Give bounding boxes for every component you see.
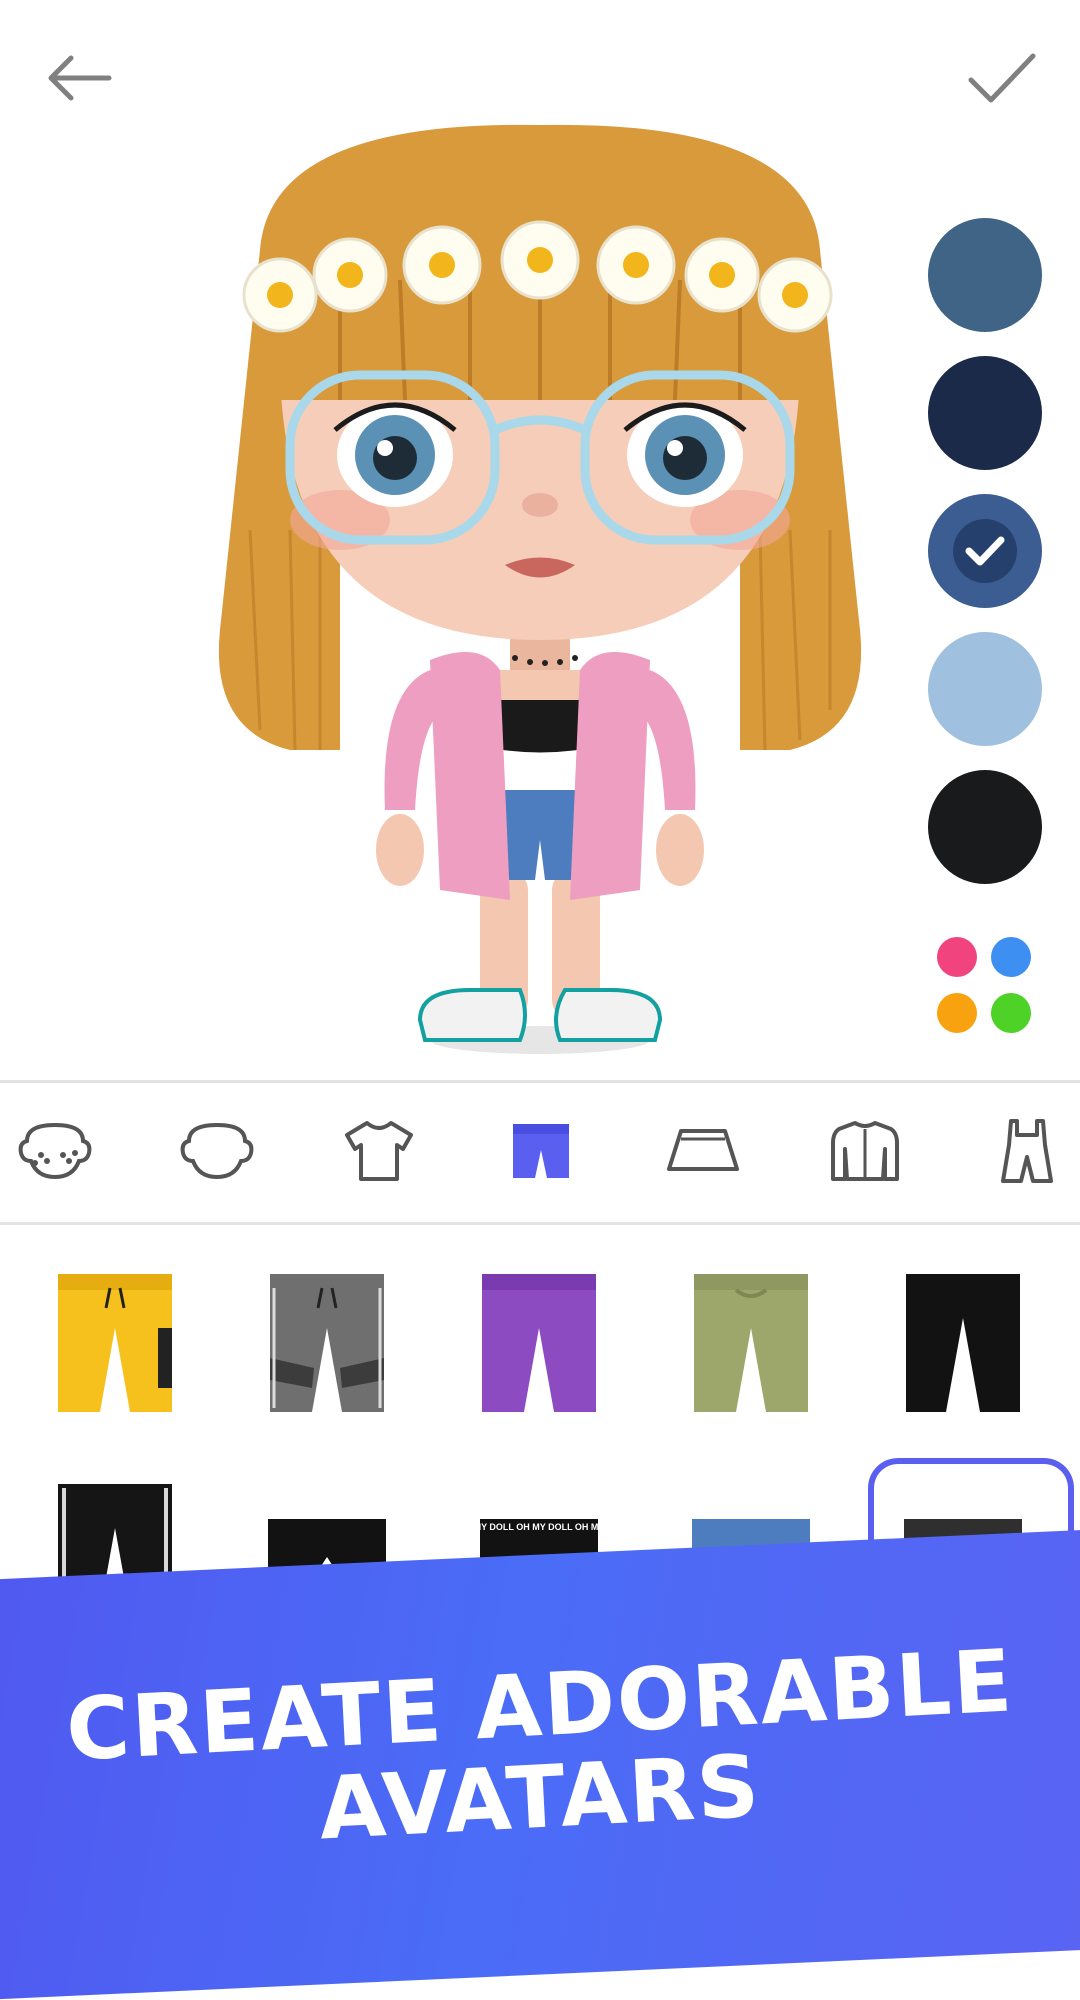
color-swatch[interactable] [928, 356, 1042, 470]
tshirt-icon [345, 1121, 413, 1181]
selected-check-icon [953, 519, 1017, 583]
gray-joggers-image [270, 1274, 384, 1412]
olive-pants-image [694, 1274, 808, 1412]
color-swatch[interactable] [928, 632, 1042, 746]
item-gray-joggers[interactable] [237, 1258, 417, 1428]
black-pants-image [906, 1274, 1020, 1412]
tab-bottoms[interactable] [486, 1096, 596, 1206]
avatar-preview [180, 110, 900, 1070]
divider [0, 1222, 1080, 1225]
item-purple-joggers[interactable] [449, 1258, 629, 1428]
tab-jackets[interactable] [810, 1096, 920, 1206]
color-dot [937, 993, 977, 1033]
shorts-logo-text: MY DOLL OH MY DOLL OH MY [474, 1522, 604, 1532]
item-black-pants[interactable] [873, 1258, 1053, 1428]
color-swatch[interactable] [928, 770, 1042, 884]
color-dot [991, 993, 1031, 1033]
tab-skirts[interactable] [648, 1096, 758, 1206]
item-yellow-joggers[interactable] [25, 1258, 205, 1428]
face-freckles-icon [18, 1122, 92, 1180]
skirt-icon [667, 1129, 739, 1171]
more-colors-button[interactable] [928, 930, 1048, 1050]
color-dot [937, 937, 977, 977]
jacket-icon [831, 1121, 899, 1181]
shorts-icon [513, 1124, 569, 1178]
purple-joggers-image [482, 1274, 596, 1412]
confirm-button[interactable] [952, 28, 1052, 128]
arrow-left-icon [48, 55, 112, 101]
tab-freckles[interactable] [0, 1096, 110, 1206]
color-swatch[interactable] [928, 218, 1042, 332]
face-icon [180, 1122, 254, 1180]
yellow-joggers-image [58, 1274, 172, 1412]
tab-overalls[interactable] [972, 1096, 1080, 1206]
check-icon [968, 53, 1036, 103]
divider [0, 1080, 1080, 1083]
item-olive-pants[interactable] [661, 1258, 841, 1428]
tab-face[interactable] [162, 1096, 272, 1206]
back-button[interactable] [28, 28, 128, 128]
color-dot [991, 937, 1031, 977]
overalls-icon [1001, 1119, 1053, 1183]
color-swatch[interactable] [928, 494, 1042, 608]
tab-tops[interactable] [324, 1096, 434, 1206]
